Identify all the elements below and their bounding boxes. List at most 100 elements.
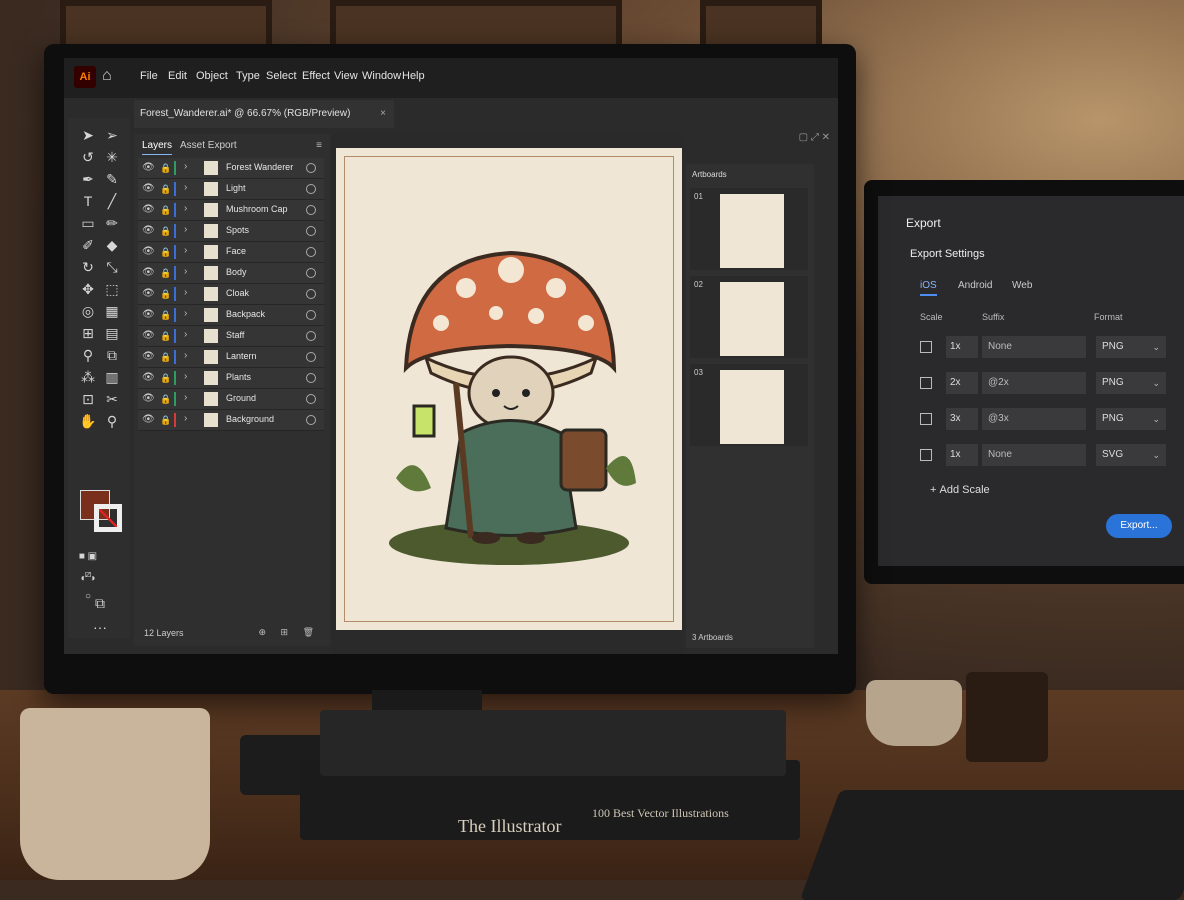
- menu-edit[interactable]: Edit: [168, 70, 187, 82]
- chevron-right-icon[interactable]: ›: [184, 287, 187, 298]
- perspective-grid-icon[interactable]: ▦: [102, 302, 122, 320]
- format-select[interactable]: PNG ⌄: [1096, 372, 1166, 394]
- artboard-tool-icon[interactable]: ⊡: [78, 390, 98, 408]
- layer-row[interactable]: 👁 🔒 › Mushroom Cap: [138, 200, 324, 221]
- layer-row[interactable]: 👁 🔒 › Ground: [138, 389, 324, 410]
- chevron-right-icon[interactable]: ›: [184, 182, 187, 193]
- lock-icon[interactable]: 🔒: [160, 183, 171, 195]
- layer-row[interactable]: 👁 🔒 › Lantern: [138, 347, 324, 368]
- target-icon[interactable]: [306, 205, 316, 215]
- gradient-tool-icon[interactable]: ▤: [102, 324, 122, 342]
- chevron-right-icon[interactable]: ›: [184, 308, 187, 319]
- lock-icon[interactable]: 🔒: [160, 204, 171, 216]
- target-icon[interactable]: [306, 163, 316, 173]
- chevron-right-icon[interactable]: ›: [184, 161, 187, 172]
- chevron-right-icon[interactable]: ›: [184, 203, 187, 214]
- menu-select[interactable]: Select: [266, 70, 297, 82]
- slice-tool-icon[interactable]: ✂: [102, 390, 122, 408]
- eye-icon[interactable]: 👁: [142, 351, 155, 363]
- format-select[interactable]: PNG ⌄: [1096, 336, 1166, 358]
- symbol-sprayer-icon[interactable]: ⁂: [78, 368, 98, 386]
- zoom-tool-icon[interactable]: ⚲: [102, 412, 122, 430]
- suffix-field[interactable]: @2x: [982, 372, 1086, 394]
- stroke-color-swatch[interactable]: [94, 504, 122, 532]
- scale-checkbox[interactable]: [920, 413, 932, 425]
- color-mode-icons[interactable]: ■ ▣ ⧄: [78, 548, 98, 580]
- layer-row[interactable]: 👁 🔒 › Spots: [138, 221, 324, 242]
- selection-tool-icon[interactable]: ➤: [78, 126, 98, 144]
- direct-selection-tool-icon[interactable]: ➢: [102, 126, 122, 144]
- graph-tool-icon[interactable]: ▥: [102, 368, 122, 386]
- artboard-item[interactable]: 02: [690, 276, 808, 358]
- scale-value[interactable]: 1x: [946, 336, 978, 358]
- eyedropper-icon[interactable]: ⚲: [78, 346, 98, 364]
- screen-mode-icon[interactable]: ⧉: [90, 594, 110, 612]
- layer-row[interactable]: 👁 🔒 › Body: [138, 263, 324, 284]
- lock-icon[interactable]: 🔒: [160, 414, 171, 426]
- lasso-tool-icon[interactable]: ↺: [78, 148, 98, 166]
- scale-checkbox[interactable]: [920, 377, 932, 389]
- target-icon[interactable]: [306, 268, 316, 278]
- chevron-right-icon[interactable]: ›: [184, 329, 187, 340]
- target-icon[interactable]: [306, 331, 316, 341]
- suffix-field[interactable]: None: [982, 336, 1086, 358]
- more-tools-icon[interactable]: ···: [90, 618, 110, 636]
- tab-web[interactable]: Web: [1012, 280, 1032, 291]
- mushroom-illustration[interactable]: [336, 148, 682, 630]
- layer-row[interactable]: 👁 🔒 › Cloak: [138, 284, 324, 305]
- layer-row[interactable]: 👁 🔒 › Backpack: [138, 305, 324, 326]
- eye-icon[interactable]: 👁: [142, 309, 155, 321]
- curvature-tool-icon[interactable]: ✎: [102, 170, 122, 188]
- scale-value[interactable]: 1x: [946, 444, 978, 466]
- shaper-tool-icon[interactable]: ✐: [78, 236, 98, 254]
- layer-row[interactable]: 👁 🔒 › Plants: [138, 368, 324, 389]
- chevron-right-icon[interactable]: ›: [184, 350, 187, 361]
- lock-icon[interactable]: 🔒: [160, 288, 171, 300]
- rectangle-tool-icon[interactable]: ▭: [78, 214, 98, 232]
- eye-icon[interactable]: 👁: [142, 183, 155, 195]
- artboard-item[interactable]: 03: [690, 364, 808, 446]
- lock-icon[interactable]: 🔒: [160, 372, 171, 384]
- close-icon[interactable]: ×: [380, 100, 386, 128]
- lock-icon[interactable]: 🔒: [160, 330, 171, 342]
- layer-row[interactable]: 👁 🔒 › Light: [138, 179, 324, 200]
- target-icon[interactable]: [306, 226, 316, 236]
- artboard[interactable]: [336, 148, 682, 630]
- layer-row[interactable]: 👁 🔒 › Face: [138, 242, 324, 263]
- menu-view[interactable]: View: [334, 70, 358, 82]
- eye-icon[interactable]: 👁: [142, 225, 155, 237]
- menu-window[interactable]: Window: [362, 70, 401, 82]
- chevron-right-icon[interactable]: ›: [184, 245, 187, 256]
- line-tool-icon[interactable]: ╱: [102, 192, 122, 210]
- format-select[interactable]: SVG ⌄: [1096, 444, 1166, 466]
- magic-wand-icon[interactable]: ✳: [102, 148, 122, 166]
- format-select[interactable]: PNG ⌄: [1096, 408, 1166, 430]
- chevron-right-icon[interactable]: ›: [184, 413, 187, 424]
- eye-icon[interactable]: 👁: [142, 162, 155, 174]
- mesh-tool-icon[interactable]: ⊞: [78, 324, 98, 342]
- paintbrush-tool-icon[interactable]: ✏: [102, 214, 122, 232]
- suffix-field[interactable]: @3x: [982, 408, 1086, 430]
- eye-icon[interactable]: 👁: [142, 330, 155, 342]
- target-icon[interactable]: [306, 310, 316, 320]
- eye-icon[interactable]: 👁: [142, 204, 155, 216]
- window-controls[interactable]: ▢ ⤢ ✕: [799, 132, 830, 143]
- export-button[interactable]: Export...: [1106, 514, 1172, 538]
- canvas-area[interactable]: [332, 134, 684, 654]
- target-icon[interactable]: [306, 289, 316, 299]
- chevron-right-icon[interactable]: ›: [184, 224, 187, 235]
- layer-action-icons[interactable]: ⊕ ⊞ 🗑: [258, 627, 320, 638]
- menu-file[interactable]: File: [140, 70, 158, 82]
- blend-tool-icon[interactable]: ⧉: [102, 346, 122, 364]
- free-transform-icon[interactable]: ⬚: [102, 280, 122, 298]
- layer-row[interactable]: 👁 🔒 › Forest Wanderer: [138, 158, 324, 179]
- document-tab[interactable]: Forest_Wanderer.ai* @ 66.67% (RGB/Previe…: [134, 100, 394, 128]
- tab-asset-export[interactable]: Asset Export: [180, 140, 237, 151]
- chevron-right-icon[interactable]: ›: [184, 266, 187, 277]
- hand-tool-icon[interactable]: ✋: [78, 412, 98, 430]
- eye-icon[interactable]: 👁: [142, 267, 155, 279]
- layer-row[interactable]: 👁 🔒 › Background: [138, 410, 324, 431]
- type-tool-icon[interactable]: T: [78, 192, 98, 210]
- eye-icon[interactable]: 👁: [142, 414, 155, 426]
- menu-help[interactable]: Help: [402, 70, 425, 82]
